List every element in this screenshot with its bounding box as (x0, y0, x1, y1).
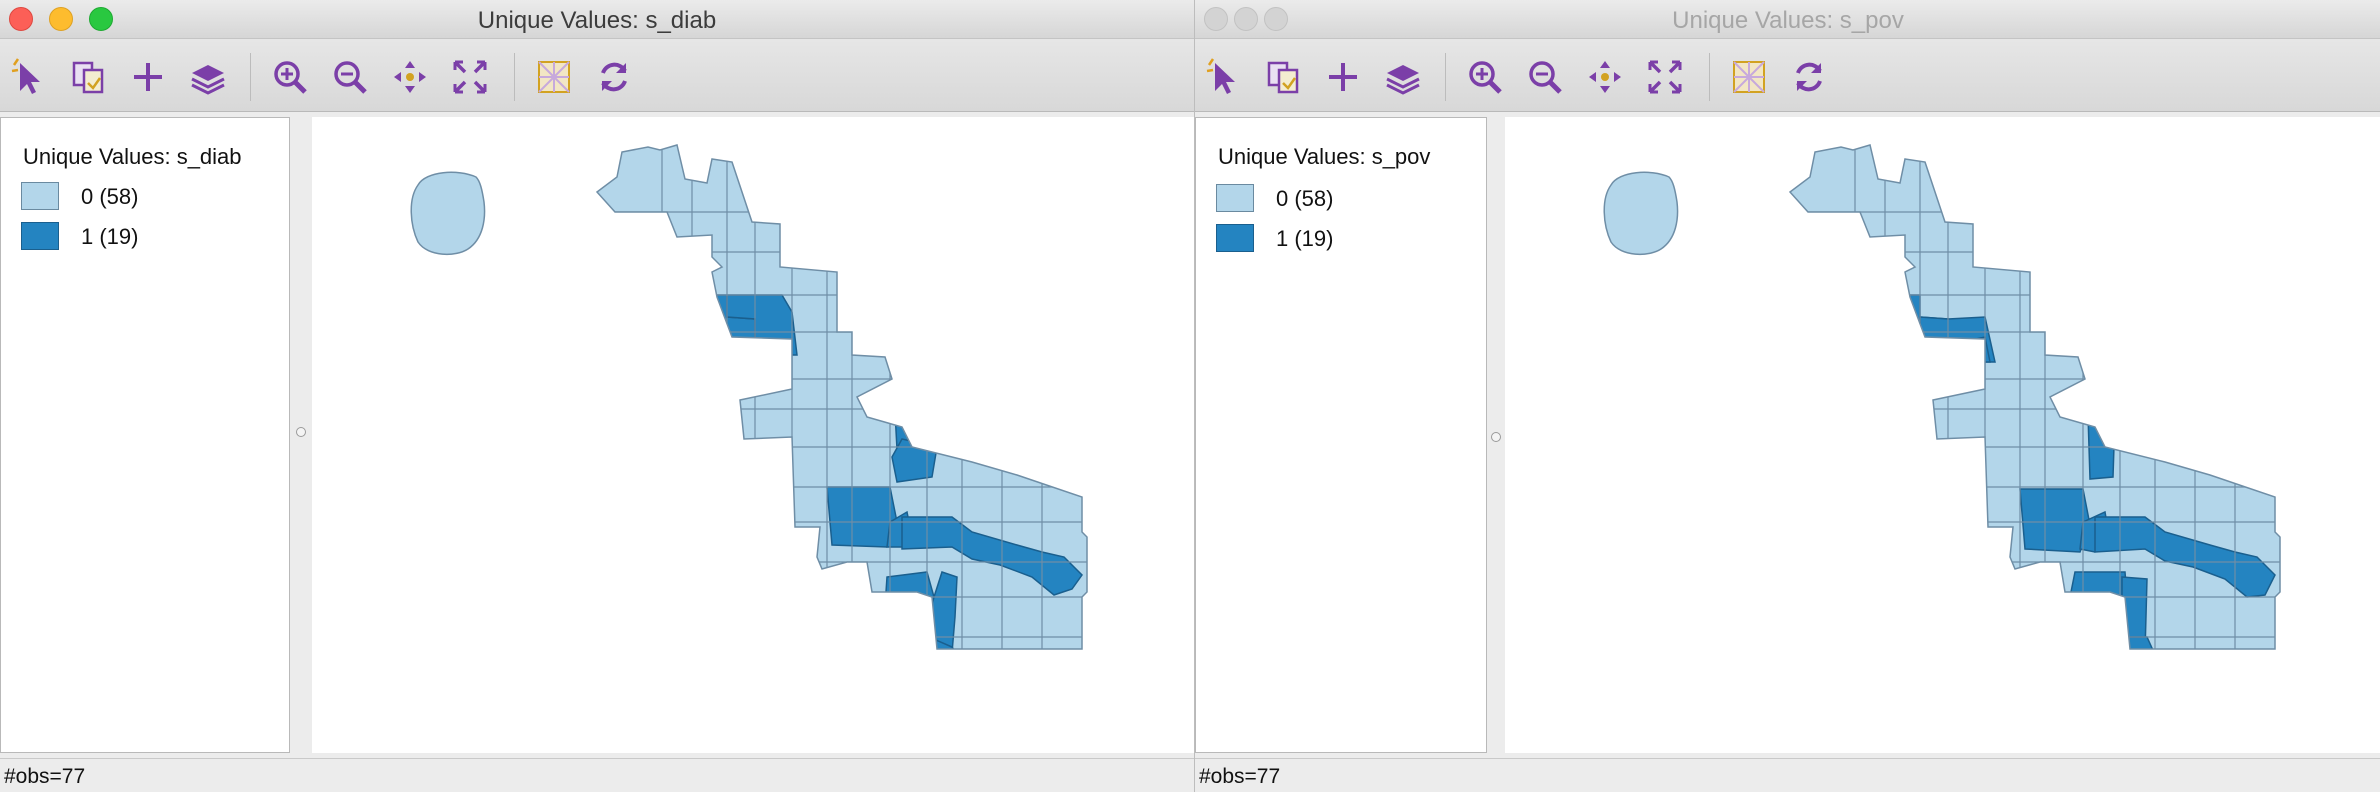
region-high-11 (2069, 636, 2126, 649)
legend-swatch-1 (1216, 224, 1254, 252)
splitter-handle[interactable] (1491, 432, 1501, 442)
region-ohare (1603, 171, 1679, 256)
layers-icon[interactable] (186, 55, 230, 99)
fit-extent-icon[interactable] (448, 55, 492, 99)
obs-count: #obs=77 (4, 765, 86, 788)
add-plus-icon[interactable] (126, 55, 170, 99)
region-high-1 (641, 264, 669, 296)
status-bar: #obs=77 (0, 758, 1194, 792)
region-high-5 (2019, 488, 2091, 553)
window-title: Unique Values: s_pov (1672, 7, 1904, 34)
map-legend: Unique Values: s_diab 0 (58) 1 (19) (0, 117, 290, 753)
window-title: Unique Values: s_diab (477, 7, 717, 34)
choropleth-map-s-pov[interactable] (1505, 117, 2380, 753)
map-window-s-diab: Unique Values: s_diab Unique Values: s_d… (0, 0, 1194, 792)
region-high-10 (2009, 616, 2081, 649)
pane-splitter[interactable] (1489, 117, 1503, 753)
map-window-s-pov: Unique Values: s_pov Unique Values: s_po… (1194, 0, 2380, 792)
pan-icon[interactable] (1583, 55, 1627, 99)
title-bar[interactable]: Unique Values: s_pov (1195, 0, 2380, 39)
map-canvas[interactable] (1505, 117, 2380, 753)
pane-splitter[interactable] (294, 117, 308, 753)
pan-icon[interactable] (388, 55, 432, 99)
legend-label-1: 1 (19) (1276, 226, 1334, 251)
region-high-5 (891, 438, 938, 483)
map-legend: Unique Values: s_pov 0 (58) 1 (19) (1195, 117, 1487, 753)
zoom-out-icon[interactable] (328, 55, 372, 99)
choropleth-map-s-diab[interactable] (312, 117, 1194, 753)
zoom-in-icon[interactable] (268, 55, 312, 99)
legend-label-0: 0 (58) (1276, 186, 1334, 211)
select-arrow-icon[interactable] (6, 55, 50, 99)
legend-label-0: 0 (58) (81, 184, 139, 209)
title-bar[interactable]: Unique Values: s_diab (0, 0, 1194, 39)
legend-swatch-0 (21, 182, 59, 210)
status-bar: #obs=77 (1195, 758, 2380, 792)
map-toolbar (1195, 39, 2380, 112)
region-high-8 (2064, 571, 2128, 649)
legend-title: Unique Values: s_pov (1218, 144, 1431, 169)
legend-label-1: 1 (19) (81, 224, 139, 249)
region-ohare (410, 171, 486, 256)
zoom-out-icon[interactable] (1523, 55, 1567, 99)
splitter-handle[interactable] (296, 427, 306, 437)
region-high-3 (1947, 336, 1991, 363)
add-plus-icon[interactable] (1321, 55, 1365, 99)
map-toolbar (0, 39, 1194, 112)
legend-swatch-1 (21, 222, 59, 250)
select-arrow-icon[interactable] (1201, 55, 1245, 99)
fit-extent-icon[interactable] (1643, 55, 1687, 99)
select-grid-icon[interactable] (532, 55, 576, 99)
zoom-in-icon[interactable] (1463, 55, 1507, 99)
refresh-icon[interactable] (592, 55, 636, 99)
obs-count: #obs=77 (1199, 765, 1281, 788)
region-high-6 (826, 486, 898, 548)
layers-icon[interactable] (1381, 55, 1425, 99)
select-grid-icon[interactable] (1727, 55, 1771, 99)
copy-selection-icon[interactable] (1261, 55, 1305, 99)
copy-selection-icon[interactable] (66, 55, 110, 99)
legend-swatch-0 (1216, 184, 1254, 212)
legend-title: Unique Values: s_diab (23, 144, 242, 169)
refresh-icon[interactable] (1787, 55, 1831, 99)
map-canvas[interactable] (312, 117, 1194, 753)
